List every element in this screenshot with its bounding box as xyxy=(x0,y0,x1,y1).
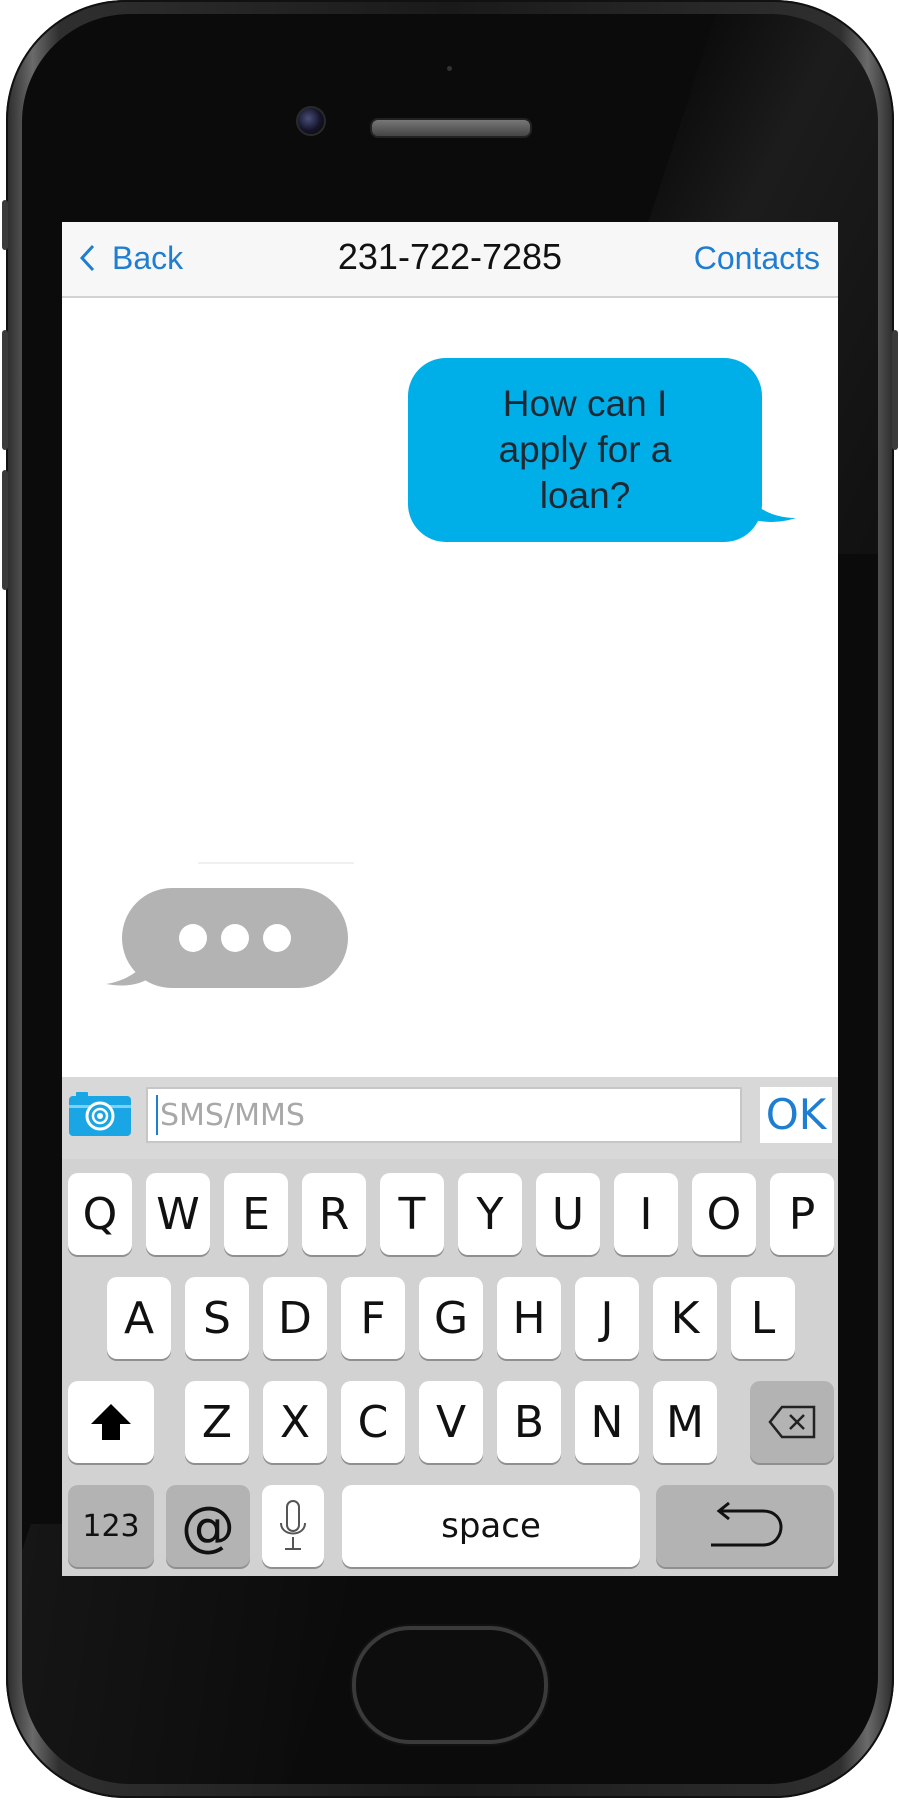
key-w[interactable]: W xyxy=(146,1173,210,1255)
key-p[interactable]: P xyxy=(770,1173,834,1255)
key-o[interactable]: O xyxy=(692,1173,756,1255)
key-t[interactable]: T xyxy=(380,1173,444,1255)
messages-screen: Back 231-722-7285 Contacts How can I app… xyxy=(62,222,838,1576)
compose-bar: OK xyxy=(62,1077,838,1159)
shift-arrow-icon xyxy=(91,1404,131,1440)
typing-bubble-tail xyxy=(106,942,156,986)
key-c[interactable]: C xyxy=(341,1381,405,1463)
contacts-button[interactable]: Contacts xyxy=(694,240,820,277)
dictation-key[interactable] xyxy=(262,1485,324,1567)
key-m[interactable]: M xyxy=(653,1381,717,1463)
key-v[interactable]: V xyxy=(419,1381,483,1463)
key-x[interactable]: X xyxy=(263,1381,327,1463)
backspace-key[interactable] xyxy=(750,1381,834,1463)
message-input[interactable] xyxy=(146,1087,742,1143)
key-h[interactable]: H xyxy=(497,1277,561,1359)
key-g[interactable]: G xyxy=(419,1277,483,1359)
key-y[interactable]: Y xyxy=(458,1173,522,1255)
space-key[interactable]: space xyxy=(342,1485,640,1567)
front-camera xyxy=(296,106,326,136)
divider xyxy=(198,862,354,864)
shift-key[interactable] xyxy=(68,1381,154,1463)
home-button[interactable] xyxy=(352,1626,548,1744)
key-n[interactable]: N xyxy=(575,1381,639,1463)
volume-up-button xyxy=(2,330,8,450)
key-q[interactable]: Q xyxy=(68,1173,132,1255)
key-e[interactable]: E xyxy=(224,1173,288,1255)
key-b[interactable]: B xyxy=(497,1381,561,1463)
send-ok-button[interactable]: OK xyxy=(760,1087,832,1143)
numbers-key[interactable]: 123 xyxy=(68,1485,154,1567)
key-u[interactable]: U xyxy=(536,1173,600,1255)
backspace-icon xyxy=(768,1405,816,1439)
key-l[interactable]: L xyxy=(731,1277,795,1359)
key-f[interactable]: F xyxy=(341,1277,405,1359)
key-j[interactable]: J xyxy=(575,1277,639,1359)
typing-dot xyxy=(221,924,249,952)
return-key[interactable] xyxy=(656,1485,834,1567)
key-a[interactable]: A xyxy=(107,1277,171,1359)
sent-message-text: How can I apply for a loan? xyxy=(498,383,672,516)
earpiece-speaker xyxy=(370,118,532,138)
mute-switch xyxy=(2,200,8,250)
typing-dot xyxy=(263,924,291,952)
at-key[interactable]: @ xyxy=(166,1485,250,1567)
volume-down-button xyxy=(2,470,8,590)
keyboard: Q W E R T Y U I O P A S D F G H J K L Z … xyxy=(62,1159,838,1576)
key-s[interactable]: S xyxy=(185,1277,249,1359)
typing-dot xyxy=(179,924,207,952)
key-i[interactable]: I xyxy=(614,1173,678,1255)
bubble-tail xyxy=(738,478,796,522)
proximity-sensor xyxy=(447,66,452,71)
sent-message-bubble[interactable]: How can I apply for a loan? xyxy=(408,358,796,542)
navigation-bar: Back 231-722-7285 Contacts xyxy=(62,222,838,298)
text-cursor xyxy=(156,1095,158,1135)
camera-icon[interactable] xyxy=(68,1091,132,1137)
typing-indicator-bubble xyxy=(106,888,348,988)
key-d[interactable]: D xyxy=(263,1277,327,1359)
power-button xyxy=(892,330,898,450)
microphone-icon xyxy=(280,1500,306,1550)
key-k[interactable]: K xyxy=(653,1277,717,1359)
key-r[interactable]: R xyxy=(302,1173,366,1255)
return-arrow-icon xyxy=(711,1501,783,1547)
key-z[interactable]: Z xyxy=(185,1381,249,1463)
